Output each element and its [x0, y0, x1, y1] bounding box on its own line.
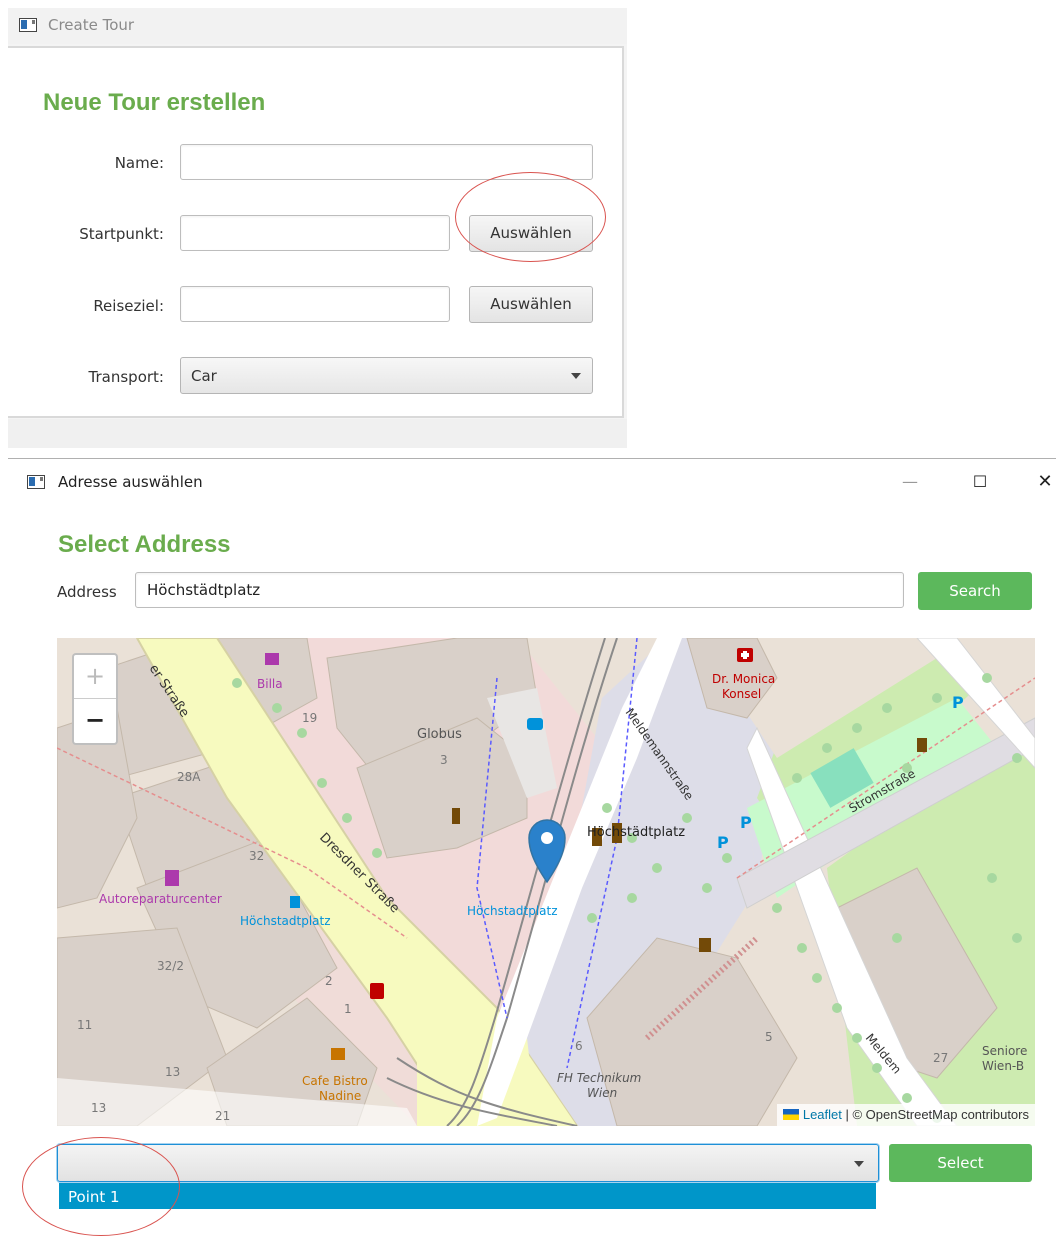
destination-label: Reiseziel: [93, 297, 164, 315]
page-title: Neue Tour erstellen [43, 89, 266, 116]
transport-selected-value: Car [191, 367, 217, 385]
destination-select-button[interactable]: Auswählen [469, 286, 593, 323]
map-label: 11 [77, 1018, 92, 1032]
map-label: 6 [575, 1039, 583, 1053]
map-label: Nadine [319, 1089, 361, 1103]
map-label: Höchstadtplatz [467, 904, 558, 918]
map-label: 13 [91, 1101, 106, 1115]
map-label: 32/2 [157, 959, 184, 973]
map-label: 2 [325, 974, 333, 988]
map-label: Globus [417, 727, 462, 742]
create-tour-titlebar[interactable]: Create Tour [8, 8, 627, 44]
map-label: Seniore [982, 1044, 1027, 1058]
map-label: 3 [440, 753, 448, 767]
chevron-down-icon [571, 373, 581, 379]
map-label: Dr. Monica [712, 672, 775, 686]
screenshot-stage: Create Tour Neue Tour erstellen Name: St… [0, 0, 1064, 1236]
map-label: 19 [302, 711, 317, 725]
map-attribution: Leaflet | © OpenStreetMap contributors [776, 1104, 1035, 1126]
ukraine-flag-icon [782, 1109, 799, 1120]
map-label: Höchstädtplatz [587, 825, 685, 840]
annotation-circle [22, 1137, 180, 1236]
zoom-control: + − [72, 653, 118, 745]
map-tiles[interactable]: P P P er Straße Billa 19 Globus 3 28A Dr… [57, 638, 1035, 1126]
address-window: Adresse auswählen — ☐ ✕ Select Address A… [8, 458, 1056, 1209]
map-label: 28A [177, 770, 201, 784]
svg-text:P: P [952, 693, 964, 712]
leaflet-link[interactable]: Leaflet [803, 1107, 842, 1122]
point-combobox[interactable] [57, 1144, 879, 1182]
map-label: Wien [587, 1086, 617, 1100]
annotation-circle [455, 172, 606, 262]
start-label: Startpunkt: [79, 225, 164, 243]
name-label: Name: [114, 154, 164, 172]
maximize-icon[interactable]: ☐ [965, 469, 995, 495]
transport-label: Transport: [88, 368, 164, 386]
zoom-out-button[interactable]: − [74, 699, 116, 743]
address-input[interactable]: Höchstädtplatz [135, 572, 904, 608]
address-window-title: Adresse auswählen [58, 473, 203, 491]
address-label: Address [57, 583, 117, 601]
app-window-icon [19, 18, 37, 32]
map-label: 32 [249, 849, 264, 863]
map-label: Billa [257, 677, 283, 691]
minimize-icon[interactable]: — [895, 469, 925, 495]
map-label: 27 [933, 1051, 948, 1065]
map-label: Konsel [722, 687, 761, 701]
chevron-down-icon [854, 1161, 864, 1167]
map-label: Autoreparaturcenter [99, 892, 222, 906]
map-label: Cafe Bistro [302, 1074, 368, 1088]
close-icon[interactable]: ✕ [1030, 469, 1060, 495]
svg-text:P: P [717, 833, 729, 852]
map-label: FH Technikum [557, 1071, 641, 1085]
transport-combobox[interactable]: Car [180, 357, 593, 394]
start-input[interactable] [180, 215, 450, 251]
address-titlebar[interactable]: Adresse auswählen — ☐ ✕ [8, 459, 1056, 505]
svg-text:P: P [740, 813, 752, 832]
map-label: 1 [344, 1002, 352, 1016]
map-label: 21 [215, 1109, 230, 1123]
map-label: Wien-B [982, 1059, 1024, 1073]
map-label: Höchstadtplatz [240, 914, 331, 928]
search-button[interactable]: Search [918, 572, 1032, 610]
attribution-text: | © OpenStreetMap contributors [841, 1107, 1030, 1122]
address-input-value: Höchstädtplatz [147, 581, 261, 599]
create-tour-title: Create Tour [48, 16, 135, 34]
dropdown-item-point-1[interactable]: Point 1 [59, 1183, 876, 1209]
create-tour-footer [8, 419, 627, 448]
destination-input[interactable] [180, 286, 450, 322]
select-button[interactable]: Select [889, 1144, 1032, 1182]
app-window-icon [27, 475, 45, 489]
map-view[interactable]: P P P er Straße Billa 19 Globus 3 28A Dr… [57, 638, 1035, 1126]
zoom-in-button[interactable]: + [74, 655, 116, 699]
map-label: 13 [165, 1065, 180, 1079]
map-label: 5 [765, 1030, 773, 1044]
select-address-heading: Select Address [58, 531, 231, 558]
